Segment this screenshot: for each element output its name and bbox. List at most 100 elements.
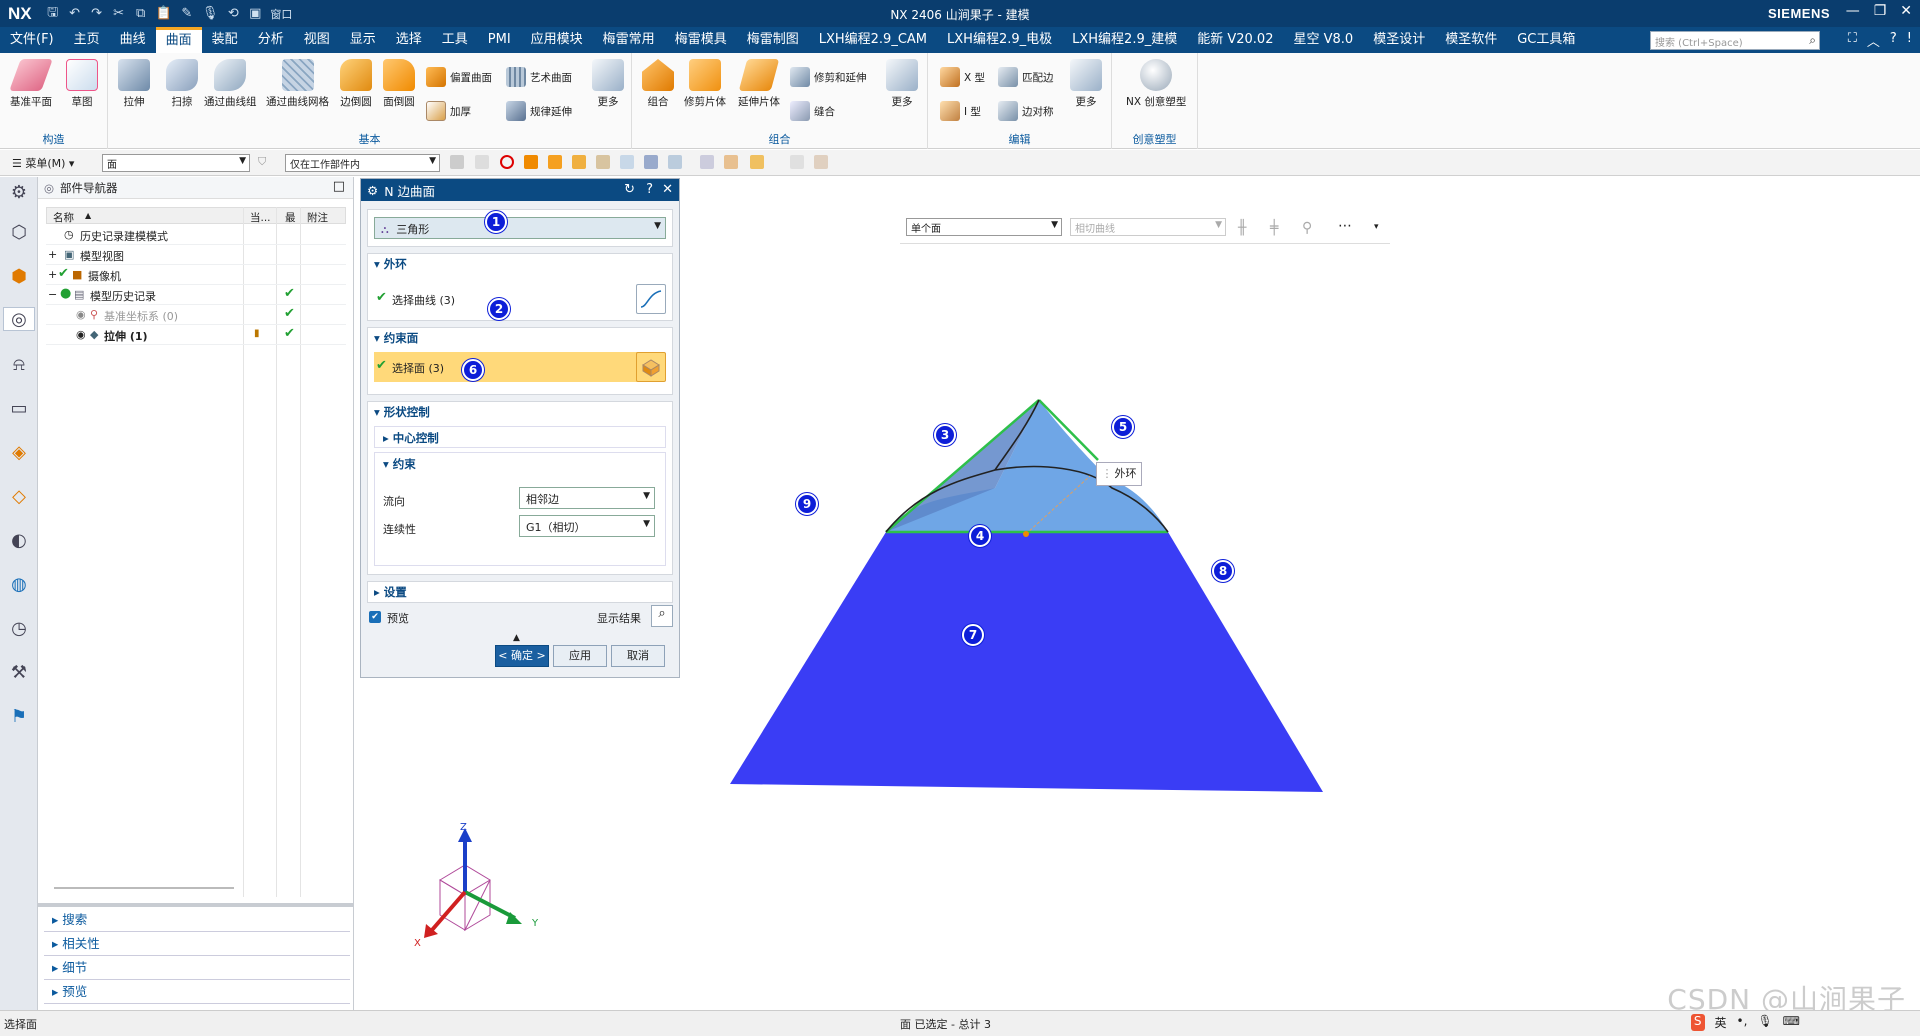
assembly-navigator-icon[interactable]: ⬡ [7,221,31,245]
close-icon[interactable]: ✕ [662,182,673,197]
studio-surface-button[interactable]: 艺术曲面 [506,67,572,87]
settings-section[interactable]: ▸ 设置 [367,581,673,603]
menu-item-18[interactable]: 能新 V20.02 [1187,27,1283,53]
curve-rule-icon[interactable] [644,155,658,169]
feature-face-icon[interactable] [548,155,562,169]
menu-item-19[interactable]: 星空 V8.0 [1283,27,1363,53]
snap-point-icon[interactable] [700,155,714,169]
continuity-select[interactable]: G1（相切） ▼ [519,515,655,537]
preview-checkbox[interactable]: ✔ [369,611,381,623]
menu-item-10[interactable]: PMI [478,27,521,53]
type-select[interactable]: ⛬ 三角形 ▼ [374,217,666,239]
panel-dependencies[interactable]: ▸ 相关性 [44,932,350,956]
view-cube-icon[interactable] [790,155,804,169]
selection-scope-select[interactable]: 仅在工作部件内 ▼ [285,154,440,172]
render-style-icon[interactable] [814,155,828,169]
switch-window-icon[interactable]: ▣ [248,6,262,21]
sweep-button[interactable]: 扫掠 [166,59,198,109]
tree-row-history-mode[interactable]: ◷ 历史记录建模模式 [46,225,346,245]
match-edge-button[interactable]: 匹配边 [998,67,1054,87]
cut-icon[interactable]: ✂ [112,6,126,21]
more-basic-button[interactable]: 更多 [592,59,624,109]
menu-item-11[interactable]: 应用模块 [521,27,593,53]
type-filter-select[interactable]: 面 ▼ [102,154,250,172]
menu-item-1[interactable]: 主页 [64,27,110,53]
triad-widget[interactable]: Z Y X [410,820,550,950]
save-icon[interactable]: 🖫 [46,3,60,25]
unite-button[interactable]: 组合 [642,59,674,109]
maximize-panel-icon[interactable]: □ [333,179,345,194]
ime-logo-icon[interactable]: S [1690,1014,1705,1031]
minimize-icon[interactable]: — [1846,3,1860,19]
trim-sheet-button[interactable]: 修剪片体 [684,59,726,109]
settings-icon[interactable]: ⚙ [7,181,31,205]
body-face-icon[interactable] [572,155,586,169]
full-screen-icon[interactable]: ⛶ [1848,31,1857,50]
filter-icon[interactable]: ⛉ [258,155,266,169]
tree-row-model-history[interactable]: − ● ▤ 模型历史记录 ✔ [46,285,346,305]
selection-filter-select[interactable]: 单个面 ▼ [906,218,1062,236]
command-search-input[interactable]: 搜索 (Ctrl+Space) ⌕ [1650,31,1820,50]
select-curve-label[interactable]: 选择曲线 (3) [392,292,455,308]
hidden-eye-icon[interactable]: ◉ [76,308,86,321]
deselect-icon[interactable] [475,155,489,169]
ime-microphone-icon[interactable]: 🎙 [1757,1014,1772,1031]
window-menu[interactable]: 窗口 [270,6,292,22]
menu-item-14[interactable]: 梅雷制图 [737,27,809,53]
part-navigator-icon[interactable]: ◎ [3,307,35,331]
select-all-icon[interactable] [450,155,464,169]
collapse-icon[interactable]: − [48,288,57,301]
gear-icon[interactable]: ⚙ [367,183,378,198]
shape-control-header[interactable]: ▾ 形状控制 [368,402,672,422]
panel-details[interactable]: ▸ 细节 [44,956,350,980]
sew-button[interactable]: 缝合 [790,101,835,121]
panel-preview[interactable]: ▸ 预览 [44,980,350,1004]
menu-item-16[interactable]: LXH编程2.9_电极 [937,27,1062,53]
restore-icon[interactable]: ❐ [1874,3,1887,19]
ime-keyboard-icon[interactable]: ⌨ [1783,1014,1800,1031]
trim-extend-button[interactable]: 修剪和延伸 [790,67,867,87]
menu-item-7[interactable]: 显示 [340,27,386,53]
snap-face-icon[interactable] [724,155,738,169]
help-icon[interactable]: ? [646,182,653,197]
collapse-ribbon-icon[interactable]: ︿ [1867,31,1880,50]
redo-icon[interactable]: ↷ [90,6,104,21]
more-combine-button[interactable]: 更多 [886,59,918,109]
horizontal-scrollbar[interactable] [54,887,234,889]
snap-body-icon[interactable] [750,155,764,169]
collapse-arrow-icon[interactable]: ▲ [513,633,520,643]
flow-select[interactable]: 相邻边 ▼ [519,487,655,509]
extend-sheet-button[interactable]: 延伸片体 [738,59,780,109]
point-rule-icon[interactable] [668,155,682,169]
face-rule-icon[interactable] [524,155,538,169]
menu-item-8[interactable]: 选择 [386,27,432,53]
undo-icon[interactable]: ↶ [68,6,82,21]
repeat-command-icon[interactable]: ⟲ [226,6,240,21]
tangent-face-icon[interactable] [620,155,634,169]
stop-at-intersection-icon[interactable]: ╫ [1238,220,1246,236]
center-control-subsection[interactable]: ▸ 中心控制 [374,426,666,448]
through-curves-button[interactable]: 通过曲线组 [204,59,257,109]
sketch-button[interactable]: 草图 [66,59,98,109]
law-extension-button[interactable]: 规律延伸 [506,101,572,121]
constraint-navigator-icon[interactable]: ⬢ [7,265,31,289]
ime-language-icon[interactable]: 英 [1715,1014,1727,1031]
hd3d-tools-icon[interactable]: ▭ [7,397,31,421]
show-result-icon[interactable]: ⌕ [651,605,673,627]
process-studio-icon[interactable]: ⚒ [7,661,31,685]
offset-surface-button[interactable]: 偏置曲面 [426,67,492,87]
through-mesh-button[interactable]: 通过曲线网格 [266,59,329,109]
help-icon[interactable]: ? [1890,31,1897,50]
menu-item-2[interactable]: 曲线 [110,27,156,53]
nx-creative-button[interactable]: NX 创意塑型 [1126,59,1186,109]
touch-mode-icon[interactable]: ✎ [180,6,194,21]
menu-item-0[interactable]: 文件(F) [0,27,64,53]
clock-icon[interactable]: ◷ [7,617,31,641]
menu-item-20[interactable]: 模圣设计 [1363,27,1435,53]
copy-icon[interactable]: ⧉ [134,6,148,21]
constraint-face-header[interactable]: ▾ 约束面 [368,328,672,348]
outer-loop-header[interactable]: ▾ 外环 [368,254,672,274]
constraint-header[interactable]: ▾ 约束 [375,453,665,475]
adjacent-face-icon[interactable] [596,155,610,169]
menu-item-17[interactable]: LXH编程2.9_建模 [1062,27,1187,53]
